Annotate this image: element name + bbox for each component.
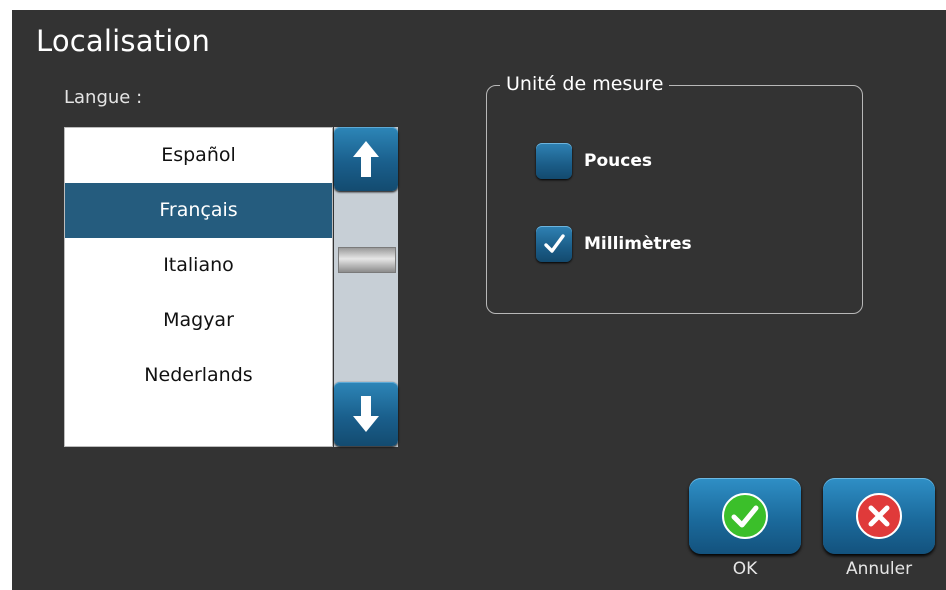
ok-button[interactable]	[689, 478, 801, 554]
language-item-magyar[interactable]: Magyar	[65, 293, 332, 348]
pouces-label: Pouces	[584, 151, 652, 171]
language-list[interactable]: Español Français Italiano Magyar Nederla…	[64, 127, 333, 447]
scrollbar-thumb[interactable]	[338, 247, 396, 273]
scroll-down-button[interactable]	[334, 382, 398, 446]
language-label: Langue :	[64, 87, 143, 108]
units-legend: Unité de mesure	[500, 73, 670, 95]
ok-label: OK	[732, 559, 758, 579]
units-groupbox	[486, 85, 863, 314]
language-item-italiano[interactable]: Italiano	[65, 238, 332, 293]
check-circle-icon	[722, 493, 768, 539]
millimetres-checkbox[interactable]	[536, 226, 572, 262]
cancel-button[interactable]	[823, 478, 935, 554]
language-item-francais[interactable]: Français	[65, 183, 332, 238]
checkbox-pouces[interactable]: Pouces	[536, 143, 652, 179]
checkmark-icon	[544, 234, 565, 253]
language-item-espanol[interactable]: Español	[65, 128, 332, 183]
arrow-up-icon	[353, 141, 379, 177]
pouces-checkbox[interactable]	[536, 143, 572, 179]
checkbox-millimetres[interactable]: Millimètres	[536, 226, 692, 262]
language-item-nederlands[interactable]: Nederlands	[65, 348, 332, 403]
arrow-down-icon	[353, 396, 379, 432]
cancel-label: Annuler	[845, 559, 913, 579]
millimetres-label: Millimètres	[584, 234, 692, 254]
page-title: Localisation	[36, 24, 211, 58]
localisation-screen: Localisation Langue : Español Français I…	[12, 10, 946, 590]
scroll-up-button[interactable]	[334, 127, 398, 191]
x-circle-icon	[856, 493, 902, 539]
